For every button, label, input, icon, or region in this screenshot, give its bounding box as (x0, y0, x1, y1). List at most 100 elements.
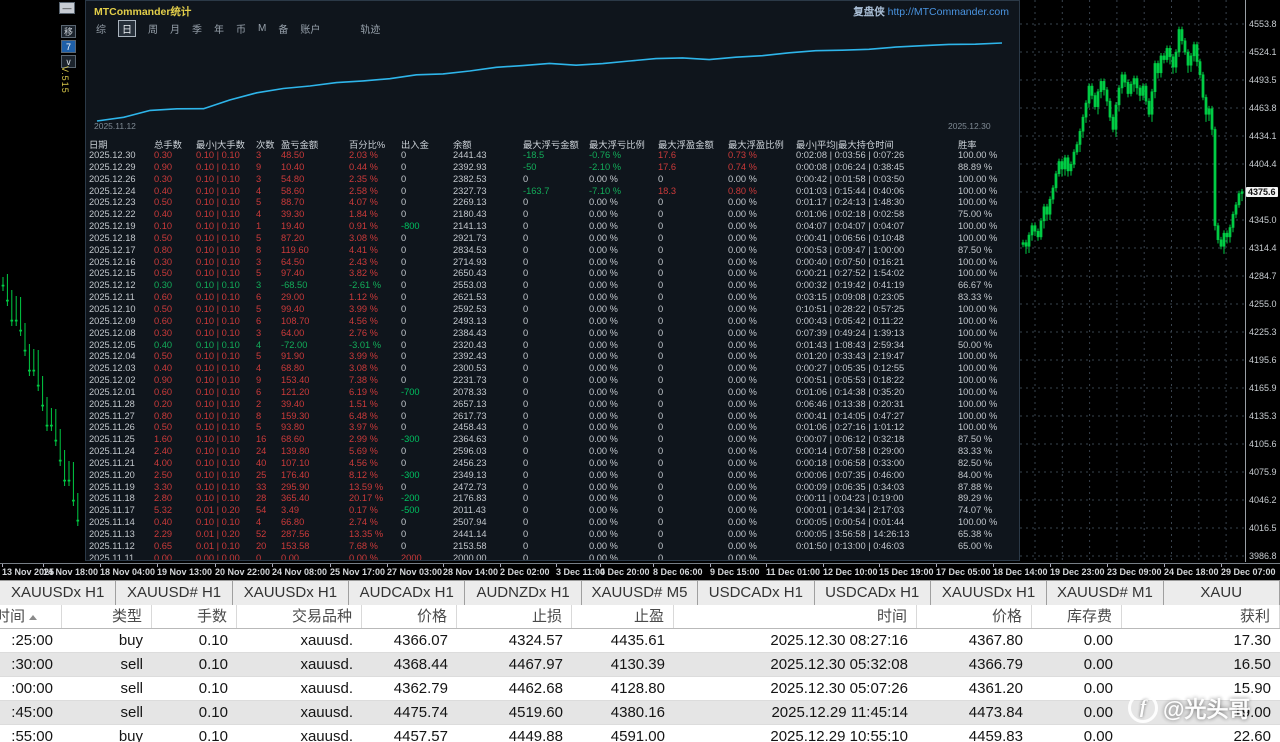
stats-row-2025.12.23[interactable]: 2025.12.23 0.50 0.10 | 0.10 5 88.70 4.07 % 0 22… (89, 197, 1018, 209)
stats-row-2025.12.26[interactable]: 2025.12.26 0.30 0.10 | 0.10 3 54.80 2.35 % 0 23… (89, 174, 1018, 186)
trade-row-2[interactable]: :30:00 sell 0.10 xauusd. 4368.44 4467.97 4130.… (0, 653, 1280, 677)
stats-row-2025.12.15[interactable]: 2025.12.15 0.50 0.10 | 0.10 5 97.40 3.82 % 0 26… (89, 268, 1018, 280)
background-chart-left-strip[interactable] (0, 0, 85, 562)
stats-row-2025.12.05[interactable]: 2025.12.05 0.40 0.10 | 0.10 4 -72.00 -3.01 % 0… (89, 340, 1018, 352)
trade-col-header-10: 库存费 (1032, 605, 1122, 628)
stats-row-2025.12.09[interactable]: 2025.12.09 0.60 0.10 | 0.10 6 108.70 4.56 % 0 2… (89, 316, 1018, 328)
menu-item-1[interactable]: 综 (96, 21, 106, 36)
ea-button-1[interactable]: 移 (61, 25, 76, 38)
menu-item-9[interactable]: 备 (278, 21, 288, 36)
trade-row-5[interactable]: :55:00 buy 0.10 xauusd. 4457.57 4449.88 4591.0… (0, 725, 1280, 742)
chart-tab-9[interactable]: XAUUSDx H1 (931, 581, 1048, 605)
stats-row-2025.12.03[interactable]: 2025.12.03 0.40 0.10 | 0.10 4 68.80 3.08 % 0 23… (89, 363, 1018, 375)
watermark: f @光头哥 (1128, 692, 1250, 724)
stats-row-2025.11.28[interactable]: 2025.11.28 0.20 0.10 | 0.10 2 39.40 1.51 % 0 26… (89, 399, 1018, 411)
equity-curve-chart[interactable] (89, 37, 1018, 133)
trade-history-table: 时间类型手数交易品种价格止损止盈时间价格库存费获利:25:00buy0.10xa… (0, 605, 1280, 742)
stats-col-header-10: 最大浮亏比例 (589, 140, 645, 150)
menu-item-7[interactable]: 币 (236, 21, 246, 36)
trade-table-header: 时间类型手数交易品种价格止损止盈时间价格库存费获利 (0, 605, 1280, 629)
stats-row-2025.11.13[interactable]: 2025.11.13 2.29 0.01 | 0.20 52 287.56 13.35 %… (89, 529, 1018, 541)
chart-tab-7[interactable]: USDCADx H1 (698, 581, 815, 605)
price-tick-label: 4284.7 (1249, 271, 1277, 281)
stats-row-2025.12.18[interactable]: 2025.12.18 0.50 0.10 | 0.10 5 87.20 3.08 % 0 29… (89, 233, 1018, 245)
stats-row-2025.12.01[interactable]: 2025.12.01 0.60 0.10 | 0.10 6 121.20 6.19 % -7… (89, 387, 1018, 399)
trade-col-header-6: 止损 (457, 605, 572, 628)
stats-row-2025.12.22[interactable]: 2025.12.22 0.40 0.10 | 0.10 4 39.30 1.84 % 0 21… (89, 209, 1018, 221)
chart-tab-5[interactable]: AUDNZDx H1 (465, 581, 582, 605)
price-tick-label: 4135.3 (1249, 411, 1277, 421)
ea-button-2[interactable]: 7 (61, 40, 76, 53)
chart-timeline[interactable]: 13 Nov 2025 14 Nov 18:00 18 Nov 04:00 19 No… (0, 563, 1280, 580)
trade-row-4[interactable]: :45:00 sell 0.10 xauusd. 4475.74 4519.60 4380.… (0, 701, 1280, 725)
stats-row-2025.11.18[interactable]: 2025.11.18 2.80 0.10 | 0.10 28 365.40 20.17 %… (89, 493, 1018, 505)
stats-row-2025.11.11[interactable]: 2025.11.11 0.00 0.00 | 0.00 0 0.00 0.00 % 2000… (89, 553, 1018, 560)
price-tick-label: 4493.5 (1249, 75, 1277, 85)
chart-tab-3[interactable]: XAUUSDx H1 (233, 581, 350, 605)
menu-item-6[interactable]: 年 (214, 21, 224, 36)
trade-col-header-1[interactable]: 时间 (0, 605, 62, 628)
price-tick-label: 3986.8 (1249, 551, 1277, 561)
stats-row-2025.12.30[interactable]: 2025.12.30 0.30 0.10 | 0.10 3 48.50 2.03 % 0 24… (89, 150, 1018, 162)
stats-row-2025.11.12[interactable]: 2025.11.12 0.65 0.01 | 0.10 20 153.58 7.68 % 0… (89, 541, 1018, 553)
menu-item-2[interactable]: 日 (118, 20, 136, 37)
stats-col-header-14: 胜率 (958, 140, 977, 150)
menu-item-10[interactable]: 账户 (300, 21, 320, 36)
stats-row-2025.11.20[interactable]: 2025.11.20 2.50 0.10 | 0.10 25 176.40 8.12 % -… (89, 470, 1018, 482)
stats-row-2025.11.21[interactable]: 2025.11.21 4.00 0.10 | 0.10 40 107.10 4.56 % 0… (89, 458, 1018, 470)
stats-col-header-11: 最大浮盈金额 (658, 140, 714, 150)
timeline-label: 8 Dec 06:00 (653, 564, 703, 577)
chart-tab-6[interactable]: XAUUSD# M5 (582, 581, 699, 605)
price-tick-label: 4165.9 (1249, 383, 1277, 393)
stats-row-2025.11.24[interactable]: 2025.11.24 2.40 0.10 | 0.10 24 139.80 5.69 % 0… (89, 446, 1018, 458)
timeline-label: 29 Dec 07:00 (1221, 564, 1276, 577)
brand-url-link[interactable]: http://MTCommander.com (888, 6, 1009, 18)
stats-panel-titlebar[interactable]: MTCommander统计 复盘侠 http://MTCommander.com (86, 1, 1019, 19)
timeline-label: 27 Nov 03:00 (387, 564, 443, 577)
stats-row-2025.12.12[interactable]: 2025.12.12 0.30 0.10 | 0.10 3 -68.50 -2.61 % 0… (89, 280, 1018, 292)
price-scale[interactable]: 4553.8 4524.1 4493.5 4463.8 4434.1 4404.4 4375… (1245, 0, 1280, 562)
timeline-label: 23 Dec 09:00 (1107, 564, 1162, 577)
stats-row-2025.11.26[interactable]: 2025.11.26 0.50 0.10 | 0.10 5 93.80 3.97 % 0 24… (89, 422, 1018, 434)
ea-version-label: V.515 (60, 66, 70, 94)
stats-row-2025.12.08[interactable]: 2025.12.08 0.30 0.10 | 0.10 3 64.00 2.76 % 0 23… (89, 328, 1018, 340)
stats-row-2025.11.19[interactable]: 2025.11.19 3.30 0.10 | 0.10 33 295.90 13.59 %… (89, 482, 1018, 494)
stats-row-2025.11.27[interactable]: 2025.11.27 0.80 0.10 | 0.10 8 159.30 6.48 % 0 2… (89, 411, 1018, 423)
menu-item-3[interactable]: 周 (148, 21, 158, 36)
chart-tab-8[interactable]: USDCADx H1 (815, 581, 931, 605)
chart-tab-1[interactable]: XAUUSDx H1 (0, 581, 117, 605)
chart-tab-2[interactable]: XAUUSD# H1 (116, 581, 233, 605)
stats-row-2025.12.24[interactable]: 2025.12.24 0.40 0.10 | 0.10 4 58.60 2.58 % 0 23… (89, 186, 1018, 198)
stats-row-2025.12.29[interactable]: 2025.12.29 0.90 0.10 | 0.10 9 10.40 0.44 % 0 23… (89, 162, 1018, 174)
stats-row-2025.12.16[interactable]: 2025.12.16 0.30 0.10 | 0.10 3 64.50 2.43 % 0 27… (89, 257, 1018, 269)
stats-row-2025.12.17[interactable]: 2025.12.17 0.80 0.10 | 0.10 8 119.60 4.41 % 0 2… (89, 245, 1018, 257)
price-tick-label: 4195.6 (1249, 355, 1277, 365)
stats-col-header-8: 余额 (453, 140, 472, 150)
stats-row-2025.12.04[interactable]: 2025.12.04 0.50 0.10 | 0.10 5 91.90 3.99 % 0 23… (89, 351, 1018, 363)
stats-row-2025.12.10[interactable]: 2025.12.10 0.50 0.10 | 0.10 5 99.40 3.99 % 0 25… (89, 304, 1018, 316)
timeline-label: 12 Dec 10:00 (823, 564, 878, 577)
trade-row-3[interactable]: :00:00 sell 0.10 xauusd. 4362.79 4462.68 4128.… (0, 677, 1280, 701)
trade-row-1[interactable]: :25:00 buy 0.10 xauusd. 4366.07 4324.57 4435.6… (0, 629, 1280, 653)
stats-row-2025.11.14[interactable]: 2025.11.14 0.40 0.10 | 0.10 4 66.80 2.74 % 0 25… (89, 517, 1018, 529)
chart-tab-11[interactable]: XAUU (1164, 581, 1280, 605)
menu-item-4[interactable]: 月 (170, 21, 180, 36)
menu-item-11[interactable]: 轨迹 (360, 21, 380, 36)
candlestick-chart[interactable] (1020, 0, 1245, 562)
panel-minimize-button[interactable]: — (59, 2, 75, 14)
menu-item-5[interactable]: 季 (192, 21, 202, 36)
stats-col-header-4: 次数 (256, 140, 275, 150)
stats-col-header-6: 百分比% (349, 140, 386, 150)
chart-tab-10[interactable]: XAUUSD# M1 (1047, 581, 1164, 605)
price-tick-label: 4225.3 (1249, 327, 1277, 337)
stats-row-2025.12.02[interactable]: 2025.12.02 0.90 0.10 | 0.10 9 153.40 7.38 % 0 2… (89, 375, 1018, 387)
stats-row-2025.12.11[interactable]: 2025.12.11 0.60 0.10 | 0.10 6 29.00 1.12 % 0 26… (89, 292, 1018, 304)
brand-name: 复盘侠 (853, 6, 885, 18)
stats-row-2025.11.17[interactable]: 2025.11.17 5.32 0.01 | 0.20 54 3.49 0.17 % -50… (89, 505, 1018, 517)
menu-item-8[interactable]: M (258, 23, 266, 34)
watermark-handle: @光头哥 (1163, 697, 1251, 722)
chart-tab-4[interactable]: AUDCADx H1 (349, 581, 466, 605)
price-tick-label: 4046.2 (1249, 495, 1277, 505)
stats-row-2025.11.25[interactable]: 2025.11.25 1.60 0.10 | 0.10 16 68.60 2.99 % -3… (89, 434, 1018, 446)
stats-row-2025.12.19[interactable]: 2025.12.19 0.10 0.10 | 0.10 1 19.40 0.91 % -80… (89, 221, 1018, 233)
